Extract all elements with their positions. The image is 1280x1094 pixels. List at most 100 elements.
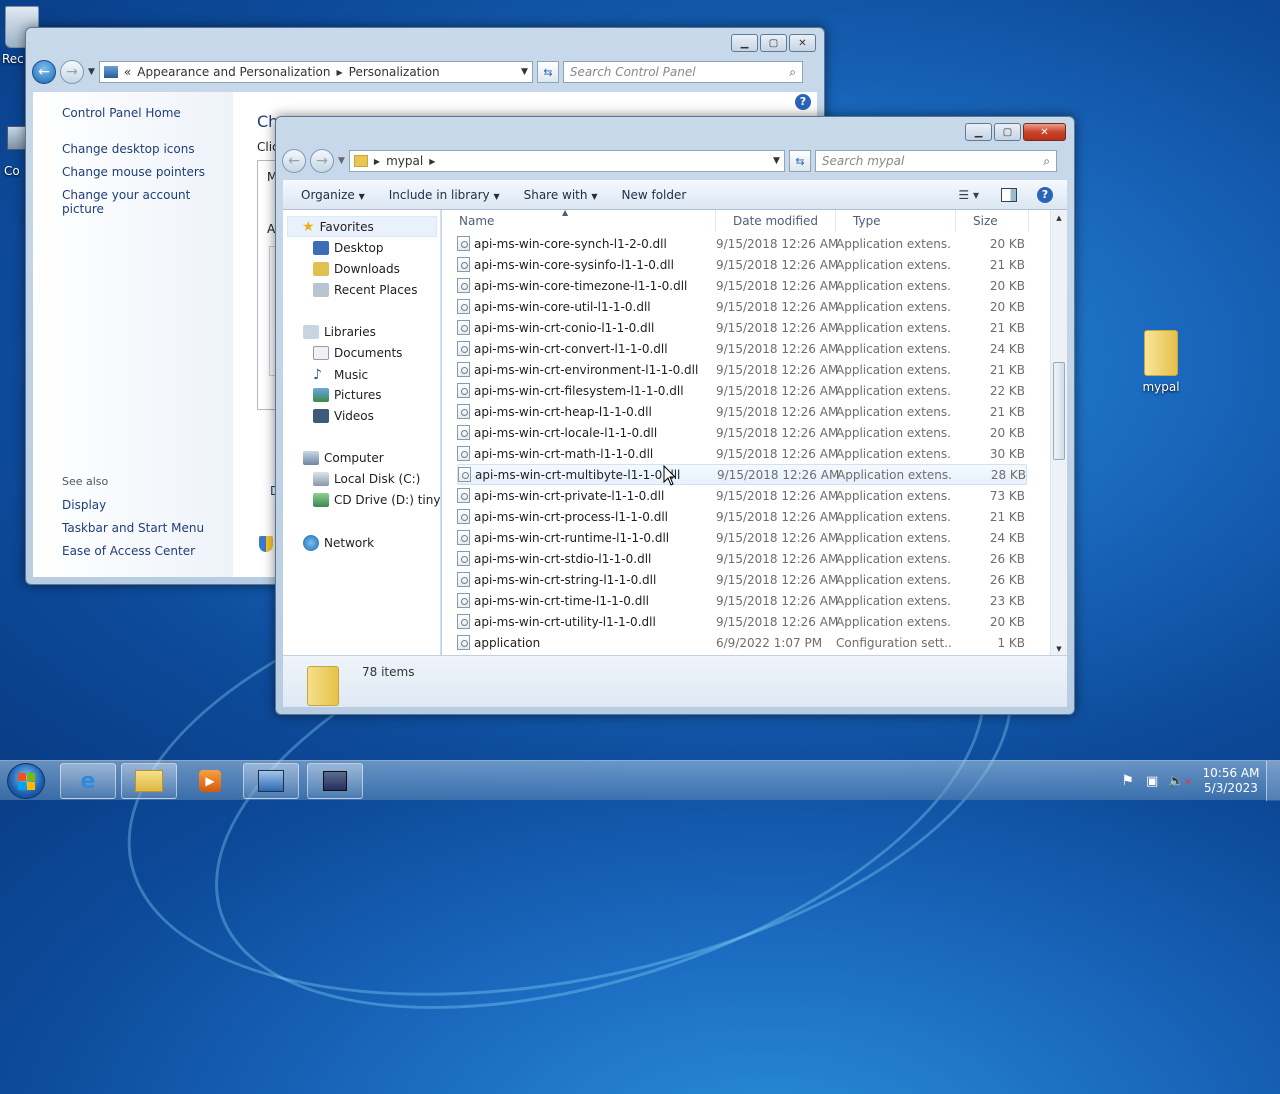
views-icon[interactable]: ☰ ▾ — [958, 188, 979, 202]
link-taskbar-start-menu[interactable]: Taskbar and Start Menu — [62, 521, 204, 535]
link-display[interactable]: Display — [62, 498, 106, 512]
taskbar-internet-explorer[interactable]: e — [60, 763, 116, 799]
close-button[interactable]: ✕ — [789, 34, 816, 52]
forward-button[interactable]: → — [60, 60, 84, 84]
link-ease-of-access[interactable]: Ease of Access Center — [62, 544, 195, 558]
nav-desktop[interactable]: Desktop — [313, 241, 384, 255]
table-row[interactable]: api-ms-win-core-synch-l1-2-0.dll 9/15/201… — [457, 233, 1025, 254]
nav-recent-places[interactable]: Recent Places — [313, 283, 417, 297]
action-center-flag-icon[interactable]: ⚑ — [1121, 773, 1134, 789]
column-date-modified[interactable]: Date modified — [716, 210, 836, 232]
breadcrumb-item[interactable]: Personalization — [349, 65, 440, 79]
file-type: Application extens... — [836, 362, 951, 377]
table-row[interactable]: api-ms-win-crt-filesystem-l1-1-0.dll 9/15… — [457, 380, 1025, 401]
taskbar-windows-explorer[interactable] — [121, 763, 177, 799]
address-bar[interactable]: ▶ mypal ▶ ▼ — [348, 150, 785, 172]
nav-libraries[interactable]: Libraries — [303, 325, 376, 339]
link-change-desktop-icons[interactable]: Change desktop icons — [62, 142, 195, 156]
table-row[interactable]: api-ms-win-crt-string-l1-1-0.dll 9/15/201… — [457, 569, 1025, 590]
table-row[interactable]: api-ms-win-crt-runtime-l1-1-0.dll 9/15/20… — [457, 527, 1025, 548]
minimize-button[interactable]: ▁ — [965, 123, 992, 141]
nav-cd-drive[interactable]: CD Drive (D:) tiny11 — [313, 493, 440, 507]
close-button[interactable]: ✕ — [1023, 123, 1066, 141]
include-in-library-button[interactable]: Include in library ▼ — [377, 188, 512, 202]
new-folder-button[interactable]: New folder — [609, 188, 698, 202]
help-icon[interactable]: ? — [1037, 186, 1053, 203]
file-size: 1 KB — [997, 635, 1025, 650]
nav-videos[interactable]: Videos — [313, 409, 374, 423]
explorer-window[interactable]: ▁ ▢ ✕ ← → ▼ ▶ mypal ▶ ▼ ⇆ Search mypal ⌕… — [275, 116, 1075, 715]
vertical-scrollbar[interactable]: ▲ ▼ — [1050, 210, 1067, 655]
volume-muted-icon[interactable]: 🔈✕ — [1168, 774, 1192, 789]
network-status-icon[interactable]: ▣ — [1146, 774, 1158, 789]
nav-pictures[interactable]: Pictures — [313, 388, 382, 402]
desktop-icon-mypal[interactable]: mypal — [1136, 330, 1186, 394]
table-row[interactable]: api-ms-win-crt-heap-l1-1-0.dll 9/15/2018 … — [457, 401, 1025, 422]
nav-local-disk[interactable]: Local Disk (C:) — [313, 472, 420, 486]
maximize-button[interactable]: ▢ — [994, 123, 1021, 141]
search-input[interactable]: Search mypal ⌕ — [814, 150, 1057, 172]
organize-button[interactable]: Organize ▼ — [289, 188, 377, 202]
column-type[interactable]: Type — [836, 210, 956, 232]
minimize-button[interactable]: ▁ — [731, 34, 758, 52]
breadcrumb-item[interactable]: Appearance and Personalization — [137, 65, 330, 79]
breadcrumb-overflow: « — [123, 65, 132, 79]
address-bar[interactable]: « Appearance and Personalization ▶ Perso… — [98, 61, 533, 83]
table-row[interactable]: api-ms-win-crt-time-l1-1-0.dll 9/15/2018 … — [457, 590, 1025, 611]
column-label: Size — [973, 214, 998, 228]
show-desktop-button[interactable] — [1266, 761, 1280, 801]
recent-pages-chevron-icon[interactable]: ▼ — [338, 156, 345, 166]
share-with-button[interactable]: Share with ▼ — [512, 188, 610, 202]
forward-button[interactable]: → — [310, 149, 334, 173]
search-input[interactable]: Search Control Panel ⌕ — [562, 61, 803, 83]
table-row[interactable]: api-ms-win-core-sysinfo-l1-1-0.dll 9/15/2… — [457, 254, 1025, 275]
table-row[interactable]: api-ms-win-crt-process-l1-1-0.dll 9/15/20… — [457, 506, 1025, 527]
refresh-button[interactable]: ⇆ — [788, 150, 811, 172]
help-icon[interactable]: ? — [795, 94, 811, 110]
link-change-mouse-pointers[interactable]: Change mouse pointers — [62, 165, 205, 179]
file-name: api-ms-win-crt-stdio-l1-1-0.dll — [474, 551, 652, 566]
clock[interactable]: 10:56 AM 5/3/2023 — [1196, 766, 1266, 796]
taskbar-control-panel[interactable] — [243, 763, 299, 799]
refresh-button[interactable]: ⇆ — [536, 61, 559, 83]
table-row[interactable]: application 6/9/2022 1:07 PM Configuration… — [457, 632, 1025, 653]
table-row[interactable]: api-ms-win-crt-private-l1-1-0.dll 9/15/20… — [457, 485, 1025, 506]
nav-network[interactable]: Network — [303, 535, 374, 551]
back-button[interactable]: ← — [282, 149, 306, 173]
column-size[interactable]: Size — [956, 210, 1029, 232]
table-row[interactable]: api-ms-win-crt-environment-l1-1-0.dll 9/1… — [457, 359, 1025, 380]
link-control-panel-home[interactable]: Control Panel Home — [62, 106, 181, 120]
link-change-account-picture[interactable]: Change your account picture — [62, 188, 233, 216]
nav-label: Pictures — [334, 388, 382, 402]
table-row[interactable]: api-ms-win-crt-math-l1-1-0.dll 9/15/2018 … — [457, 443, 1025, 464]
taskbar-desktop-app[interactable] — [307, 763, 363, 799]
table-row[interactable]: api-ms-win-crt-stdio-l1-1-0.dll 9/15/2018… — [457, 548, 1025, 569]
nav-computer[interactable]: Computer — [303, 451, 384, 465]
table-row[interactable]: api-ms-win-crt-multibyte-l1-1-0.dll 9/15/… — [457, 464, 1027, 485]
table-row[interactable]: api-ms-win-crt-locale-l1-1-0.dll 9/15/201… — [457, 422, 1025, 443]
nav-favorites[interactable]: ★ Favorites — [287, 216, 437, 237]
preview-pane-icon[interactable] — [1001, 187, 1017, 202]
file-size: 24 KB — [989, 530, 1025, 545]
column-name[interactable]: Name ▲ — [442, 210, 716, 232]
table-row[interactable]: api-ms-win-crt-utility-l1-1-0.dll 9/15/20… — [457, 611, 1025, 632]
scroll-down-icon[interactable]: ▼ — [1051, 645, 1067, 653]
scroll-up-icon[interactable]: ▲ — [1051, 210, 1067, 222]
nav-documents[interactable]: Documents — [313, 346, 402, 360]
address-dropdown-icon[interactable]: ▼ — [773, 156, 780, 166]
maximize-button[interactable]: ▢ — [760, 34, 787, 52]
file-date: 9/15/2018 12:26 AM — [716, 341, 839, 356]
breadcrumb-item[interactable]: mypal — [386, 154, 423, 168]
taskbar-media-player[interactable]: ▶ — [182, 763, 238, 799]
recent-pages-chevron-icon[interactable]: ▼ — [88, 67, 95, 77]
table-row[interactable]: api-ms-win-crt-convert-l1-1-0.dll 9/15/20… — [457, 338, 1025, 359]
nav-downloads[interactable]: Downloads — [313, 262, 400, 276]
nav-music[interactable]: ♪ Music — [313, 367, 368, 383]
start-button[interactable] — [7, 763, 45, 799]
table-row[interactable]: api-ms-win-core-timezone-l1-1-0.dll 9/15/… — [457, 275, 1025, 296]
address-dropdown-icon[interactable]: ▼ — [521, 67, 528, 77]
back-button[interactable]: ← — [32, 60, 56, 84]
table-row[interactable]: api-ms-win-crt-conio-l1-1-0.dll 9/15/2018… — [457, 317, 1025, 338]
table-row[interactable]: api-ms-win-core-util-l1-1-0.dll 9/15/2018… — [457, 296, 1025, 317]
scroll-thumb[interactable] — [1053, 362, 1065, 460]
